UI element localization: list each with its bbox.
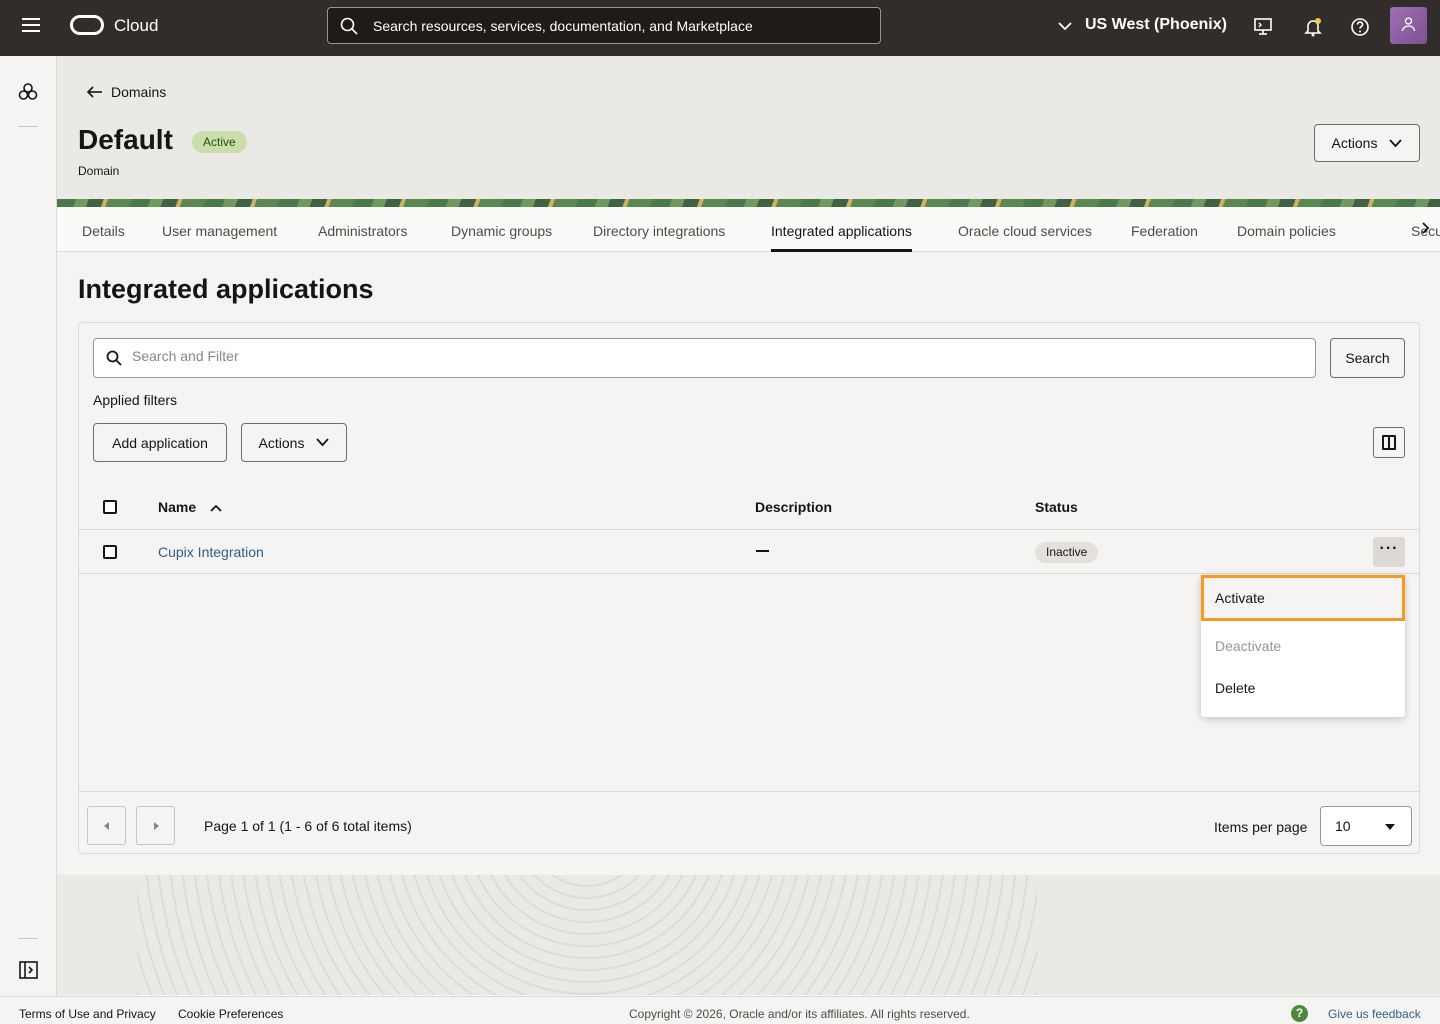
select-all-checkbox[interactable]	[103, 500, 117, 514]
chevron-down-icon	[316, 438, 330, 447]
identity-domains-icon[interactable]	[18, 82, 38, 102]
tab-integrated-applications[interactable]: Integrated applications	[771, 223, 912, 252]
items-per-page-select[interactable]: 10	[1320, 806, 1412, 846]
back-to-domains-link[interactable]: Domains	[86, 84, 166, 100]
copyright-text: Copyright © 2026, Oracle and/or its affi…	[629, 1007, 970, 1021]
oracle-logo-icon[interactable]	[70, 15, 104, 35]
global-search-input[interactable]: Search resources, services, documentatio…	[327, 7, 881, 44]
terms-link[interactable]: Terms of Use and Privacy	[19, 1007, 156, 1021]
section-title: Integrated applications	[78, 274, 374, 304]
caret-right-icon	[154, 822, 159, 830]
profile-avatar[interactable]	[1390, 7, 1427, 44]
search-icon	[106, 350, 122, 366]
next-page-button[interactable]	[136, 806, 175, 845]
search-icon	[340, 17, 358, 35]
arrow-left-icon	[86, 86, 102, 98]
row-checkbox[interactable]	[103, 545, 117, 559]
menu-item-delete[interactable]: Delete	[1201, 665, 1405, 711]
row-divider	[79, 529, 1419, 530]
feedback-help-icon[interactable]: ?	[1291, 1005, 1308, 1022]
tab-directory-integrations[interactable]: Directory integrations	[593, 223, 725, 239]
menu-icon[interactable]	[22, 18, 42, 36]
tab-administrators[interactable]: Administrators	[318, 223, 407, 239]
domain-actions-button[interactable]: Actions	[1314, 124, 1420, 162]
tab-oracle-cloud-services[interactable]: Oracle cloud services	[958, 223, 1092, 239]
caret-left-icon	[104, 822, 109, 830]
back-label: Domains	[111, 84, 167, 100]
actions-label: Actions	[258, 434, 305, 451]
items-per-page-value: 10	[1335, 818, 1351, 834]
search-button[interactable]: Search	[1330, 338, 1405, 378]
footer: Terms of Use and Privacy Cookie Preferen…	[0, 996, 1440, 1024]
decorative-banner	[57, 199, 1440, 207]
status-badge: Inactive	[1035, 542, 1099, 563]
cloud-shell-icon[interactable]	[1252, 16, 1274, 38]
row-actions-menu: Activate Deactivate Delete	[1201, 575, 1405, 717]
row-more-actions-button[interactable]: ···	[1373, 537, 1405, 567]
rail-divider	[18, 126, 38, 127]
expand-panel-icon[interactable]	[19, 961, 38, 979]
page-subtitle: Domain	[78, 164, 120, 178]
tab-bar: Details User management Administrators D…	[57, 207, 1440, 252]
notifications-bell-icon[interactable]	[1302, 16, 1324, 38]
search-filter-input[interactable]	[132, 348, 1282, 364]
add-application-button[interactable]: Add application	[93, 423, 227, 462]
actions-label: Actions	[1331, 135, 1378, 151]
row-divider	[79, 573, 1419, 574]
left-rail	[0, 56, 57, 996]
column-header-name[interactable]: Name	[158, 499, 222, 515]
page-title: Default	[78, 124, 173, 155]
caret-down-icon	[1385, 824, 1395, 830]
rail-divider	[18, 938, 38, 939]
user-icon	[1401, 17, 1416, 32]
pager-divider	[79, 791, 1419, 792]
chevron-right-icon[interactable]	[1420, 221, 1430, 235]
tab-user-management[interactable]: User management	[162, 223, 277, 239]
region-selector[interactable]: US West (Phoenix)	[1085, 16, 1227, 34]
global-search-text: Search resources, services, documentatio…	[373, 18, 753, 34]
empty-description-dash	[756, 550, 769, 552]
applied-filters-label: Applied filters	[93, 392, 178, 408]
feedback-link[interactable]: Give us feedback	[1328, 1007, 1421, 1021]
columns-icon	[1382, 435, 1396, 450]
column-header-status[interactable]: Status	[1035, 499, 1078, 515]
cookie-preferences-link[interactable]: Cookie Preferences	[178, 1007, 283, 1021]
page-header-background	[57, 56, 1440, 206]
decorative-background	[57, 875, 1440, 995]
sort-ascending-icon	[210, 504, 222, 512]
tab-dynamic-groups[interactable]: Dynamic groups	[451, 223, 552, 239]
column-header-description[interactable]: Description	[755, 499, 832, 515]
chevron-down-icon[interactable]	[1057, 18, 1073, 34]
brand-label[interactable]: Cloud	[114, 16, 158, 36]
column-header-name-label: Name	[158, 499, 197, 515]
tab-details[interactable]: Details	[82, 223, 125, 239]
table-actions-button[interactable]: Actions	[241, 423, 347, 462]
status-badge: Active	[192, 131, 247, 153]
pagination-info: Page 1 of 1 (1 - 6 of 6 total items)	[204, 818, 412, 834]
previous-page-button[interactable]	[87, 806, 126, 845]
menu-item-deactivate: Deactivate	[1215, 638, 1282, 654]
top-header: Cloud Search resources, services, docume…	[0, 0, 1440, 56]
chevron-down-icon	[1389, 138, 1403, 147]
help-icon[interactable]	[1349, 16, 1371, 38]
items-per-page-label: Items per page	[1214, 819, 1308, 835]
manage-columns-button[interactable]	[1373, 427, 1405, 458]
application-name-link[interactable]: Cupix Integration	[158, 544, 264, 560]
menu-item-activate[interactable]: Activate	[1201, 575, 1405, 621]
tab-domain-policies[interactable]: Domain policies	[1237, 223, 1336, 239]
tab-federation[interactable]: Federation	[1131, 223, 1198, 239]
search-filter-field[interactable]	[93, 338, 1316, 378]
